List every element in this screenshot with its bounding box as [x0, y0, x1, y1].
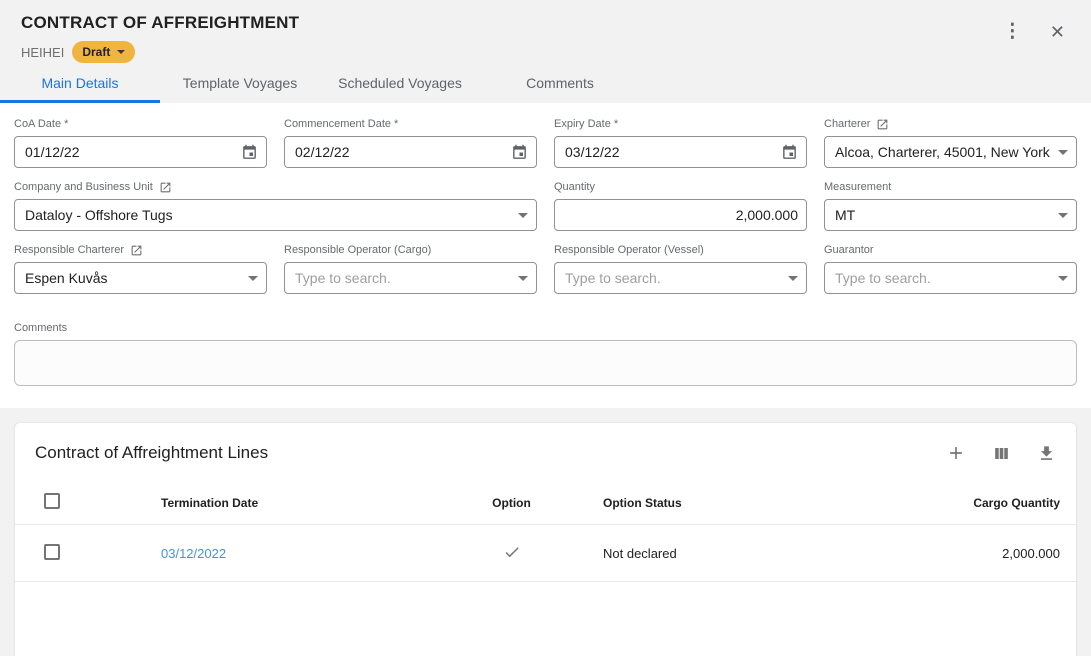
field-responsible-operator-cargo: Responsible Operator (Cargo) Type to sea… [284, 243, 537, 294]
expiry-date-input[interactable] [565, 144, 775, 160]
calendar-icon[interactable] [781, 144, 798, 161]
main-details-form: CoA Date * Commencement Date * Expiry Da… [0, 103, 1091, 408]
charterer-select[interactable]: Alcoa, Charterer, 45001, New York [824, 136, 1077, 168]
cargo-quantity-value: 2,000.000 [811, 546, 1060, 561]
charterer-label: Charterer [824, 118, 870, 130]
field-expiry-date: Expiry Date * [554, 117, 807, 168]
col-cargo-quantity: Cargo Quantity [811, 496, 1060, 510]
field-measurement: Measurement MT [824, 180, 1077, 231]
col-option-status: Option Status [575, 496, 811, 510]
comments-textarea[interactable] [14, 340, 1077, 386]
contract-reference: HEIHEI [21, 45, 64, 60]
subtitle-row: HEIHEI Draft [21, 41, 135, 63]
responsible-operator-cargo-label: Responsible Operator (Cargo) [284, 243, 537, 257]
open-in-new-icon[interactable] [876, 118, 889, 131]
field-guarantor: Guarantor Type to search. [824, 243, 1077, 294]
quantity-input[interactable] [565, 207, 798, 223]
responsible-operator-cargo-select[interactable]: Type to search. [284, 262, 537, 294]
check-icon [503, 543, 521, 561]
option-status-value: Not declared [575, 546, 811, 561]
more-options-icon[interactable]: ⋮ [1001, 20, 1024, 43]
measurement-select[interactable]: MT [824, 199, 1077, 231]
calendar-icon[interactable] [241, 144, 258, 161]
view-columns-icon[interactable] [990, 442, 1013, 465]
select-all-checkbox[interactable] [44, 493, 60, 509]
chevron-down-icon [1058, 150, 1068, 155]
tab-main-details[interactable]: Main Details [0, 63, 160, 103]
company-business-unit-value: Dataloy - Offshore Tugs [25, 207, 512, 223]
field-responsible-operator-vessel: Responsible Operator (Vessel) Type to se… [554, 243, 807, 294]
chevron-down-icon [1058, 213, 1068, 218]
tab-template-voyages[interactable]: Template Voyages [160, 63, 320, 103]
chevron-down-icon [1058, 276, 1068, 281]
field-charterer: Charterer Alcoa, Charterer, 45001, New Y… [824, 117, 1077, 168]
measurement-value: MT [835, 207, 1052, 223]
chevron-down-icon [518, 213, 528, 218]
company-business-unit-select[interactable]: Dataloy - Offshore Tugs [14, 199, 537, 231]
table-row: 03/12/2022 Not declared 2,000.000 [15, 525, 1076, 582]
status-badge[interactable]: Draft [72, 41, 135, 63]
chevron-down-icon [117, 50, 125, 54]
col-termination-date: Termination Date [161, 496, 448, 510]
guarantor-label: Guarantor [824, 243, 1077, 257]
commencement-date-label: Commencement Date * [284, 117, 537, 131]
responsible-operator-vessel-select[interactable]: Type to search. [554, 262, 807, 294]
responsible-charterer-select[interactable]: Espen Kuvås [14, 262, 267, 294]
lines-card-title: Contract of Affreightment Lines [35, 443, 268, 463]
col-option: Option [448, 496, 575, 510]
lines-table-header: Termination Date Option Option Status Ca… [15, 481, 1076, 525]
row-checkbox[interactable] [44, 544, 60, 560]
field-commencement-date: Commencement Date * [284, 117, 537, 168]
guarantor-select[interactable]: Type to search. [824, 262, 1077, 294]
company-business-unit-label: Company and Business Unit [14, 181, 153, 193]
open-in-new-icon[interactable] [159, 181, 172, 194]
responsible-charterer-label: Responsible Charterer [14, 244, 124, 256]
header-actions: ⋮ ✕ [1001, 20, 1067, 43]
charterer-value: Alcoa, Charterer, 45001, New York [835, 144, 1052, 160]
chevron-down-icon [248, 276, 258, 281]
field-quantity: Quantity [554, 180, 807, 231]
termination-date-link[interactable]: 03/12/2022 [161, 546, 226, 561]
coa-date-label: CoA Date * [14, 117, 267, 131]
responsible-charterer-value: Espen Kuvås [25, 270, 242, 286]
comments-label: Comments [14, 321, 1077, 335]
quantity-label: Quantity [554, 180, 807, 194]
tab-scheduled-voyages[interactable]: Scheduled Voyages [320, 63, 480, 103]
responsible-operator-cargo-placeholder: Type to search. [295, 270, 512, 286]
expiry-date-label: Expiry Date * [554, 117, 807, 131]
field-comments: Comments [14, 321, 1077, 391]
chevron-down-icon [788, 276, 798, 281]
dialog-header: CONTRACT OF AFFREIGHTMENT HEIHEI Draft ⋮… [0, 0, 1091, 103]
open-in-new-icon[interactable] [130, 244, 143, 257]
field-company-business-unit: Company and Business Unit Dataloy - Offs… [14, 180, 537, 231]
coa-lines-card: Contract of Affreightment Lines Terminat… [14, 422, 1077, 656]
tab-comments[interactable]: Comments [480, 63, 640, 103]
tab-bar: Main Details Template Voyages Scheduled … [0, 63, 640, 103]
measurement-label: Measurement [824, 180, 1077, 194]
close-icon[interactable]: ✕ [1048, 21, 1067, 43]
field-coa-date: CoA Date * [14, 117, 267, 168]
chevron-down-icon [518, 276, 528, 281]
commencement-date-input[interactable] [295, 144, 505, 160]
responsible-operator-vessel-placeholder: Type to search. [565, 270, 782, 286]
guarantor-placeholder: Type to search. [835, 270, 1052, 286]
status-badge-label: Draft [82, 45, 110, 59]
download-icon[interactable] [1035, 442, 1058, 465]
page-title: CONTRACT OF AFFREIGHTMENT [21, 13, 299, 33]
add-line-icon[interactable] [944, 441, 968, 465]
field-responsible-charterer: Responsible Charterer Espen Kuvås [14, 243, 267, 294]
calendar-icon[interactable] [511, 144, 528, 161]
coa-date-input[interactable] [25, 144, 235, 160]
responsible-operator-vessel-label: Responsible Operator (Vessel) [554, 243, 807, 257]
